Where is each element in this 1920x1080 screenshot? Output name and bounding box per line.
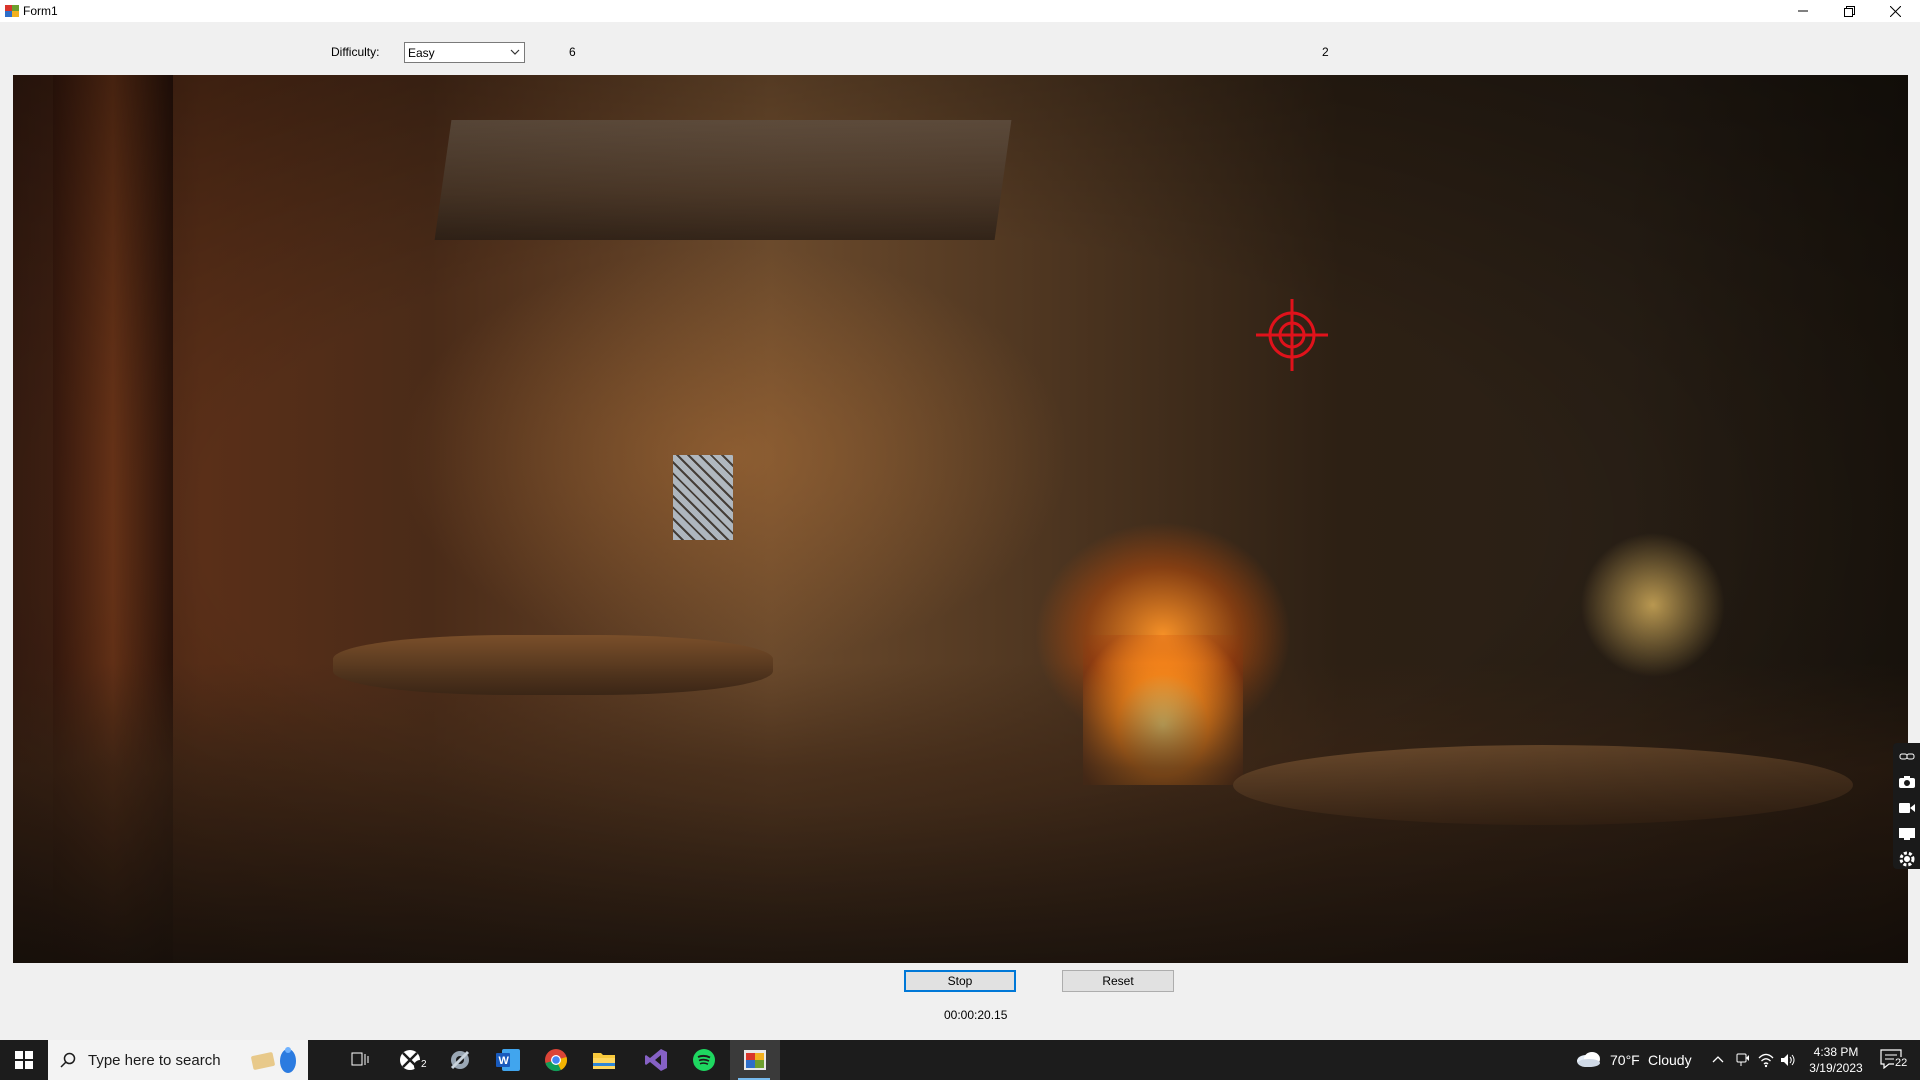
close-button[interactable] (1872, 0, 1918, 22)
crosshair-icon (1256, 299, 1328, 371)
close-icon (1889, 5, 1901, 17)
search-icon (60, 1052, 76, 1068)
scene-vignette (13, 75, 1908, 963)
elapsed-timer: 00:00:20.15 (944, 1008, 1008, 1022)
taskbar: Type here to search 2 W 70°F Cloudy 4:38… (0, 1040, 1920, 1080)
game-area[interactable] (13, 75, 1908, 963)
word-icon: W (496, 1049, 520, 1071)
link-icon[interactable] (1897, 747, 1917, 767)
taskbar-file-explorer[interactable] (580, 1040, 628, 1080)
difficulty-label: Difficulty: (331, 45, 380, 59)
form-app-icon (5, 5, 19, 17)
notification-count: 22 (1894, 1057, 1909, 1069)
notification-center-button[interactable]: 22 (1878, 1048, 1910, 1072)
restore-icon (1843, 5, 1855, 17)
form-app-taskbar-icon (744, 1050, 766, 1070)
task-view-button[interactable] (336, 1040, 384, 1080)
video-icon[interactable] (1897, 798, 1917, 818)
spotify-icon (693, 1049, 715, 1071)
xbox-badge: 2 (421, 1059, 427, 1070)
window-title: Form1 (23, 4, 58, 18)
hits-counter: 6 (569, 45, 576, 59)
wifi-icon[interactable] (1758, 1052, 1774, 1068)
minimize-icon (1798, 10, 1808, 12)
weather-temperature[interactable]: 70°F (1610, 1052, 1640, 1068)
clock-date: 3/19/2023 (1809, 1061, 1863, 1075)
app-window: Form1 Difficulty: Easy 6 2 Stop Reset 00… (0, 0, 1920, 1080)
taskbar-search-box[interactable]: Type here to search (48, 1040, 308, 1080)
taskbar-clock[interactable]: 4:38 PM 3/19/2023 (1800, 1044, 1872, 1076)
chevron-up-icon[interactable] (1712, 1055, 1724, 1063)
stop-button[interactable]: Stop (904, 970, 1016, 992)
folder-icon (593, 1053, 615, 1069)
screen-icon[interactable] (1897, 824, 1917, 844)
reset-button[interactable]: Reset (1062, 970, 1174, 992)
clock-time: 4:38 PM (1813, 1045, 1859, 1059)
restore-button[interactable] (1826, 0, 1872, 22)
visual-studio-icon (645, 1049, 667, 1071)
chevron-down-icon (510, 49, 520, 55)
camera-icon[interactable] (1897, 773, 1917, 793)
capture-side-toolbar (1893, 743, 1920, 869)
taskbar-visual-studio[interactable] (632, 1040, 680, 1080)
search-placeholder: Type here to search (88, 1051, 221, 1069)
chrome-icon (545, 1049, 567, 1072)
taskbar-chrome[interactable] (532, 1040, 580, 1080)
taskbar-spotify[interactable] (680, 1040, 728, 1080)
taskbar-form1-app[interactable] (730, 1040, 780, 1080)
weather-description[interactable]: Cloudy (1648, 1052, 1692, 1068)
title-bar[interactable]: Form1 (0, 0, 1920, 22)
gear-icon[interactable] (1897, 849, 1917, 869)
taskbar-settings-app[interactable] (436, 1040, 484, 1080)
difficulty-dropdown[interactable]: Easy (404, 42, 525, 63)
crosshair-target[interactable] (1254, 297, 1330, 373)
meet-now-icon[interactable] (1736, 1052, 1750, 1068)
windows-icon (15, 1051, 33, 1069)
volume-icon[interactable] (1780, 1052, 1796, 1068)
start-button[interactable] (0, 1040, 48, 1080)
taskbar-word[interactable]: W (484, 1040, 532, 1080)
settings-app-icon (450, 1050, 470, 1070)
taskbar-xbox[interactable]: 2 (388, 1040, 436, 1080)
minimize-button[interactable] (1780, 0, 1826, 22)
cloudy-weather-icon[interactable] (1576, 1050, 1602, 1068)
difficulty-selected-value: Easy (408, 46, 435, 60)
misses-counter: 2 (1322, 45, 1329, 59)
svg-text:W: W (499, 1055, 510, 1067)
task-view-icon (351, 1052, 369, 1066)
search-highlight-art-icon (251, 1047, 296, 1073)
